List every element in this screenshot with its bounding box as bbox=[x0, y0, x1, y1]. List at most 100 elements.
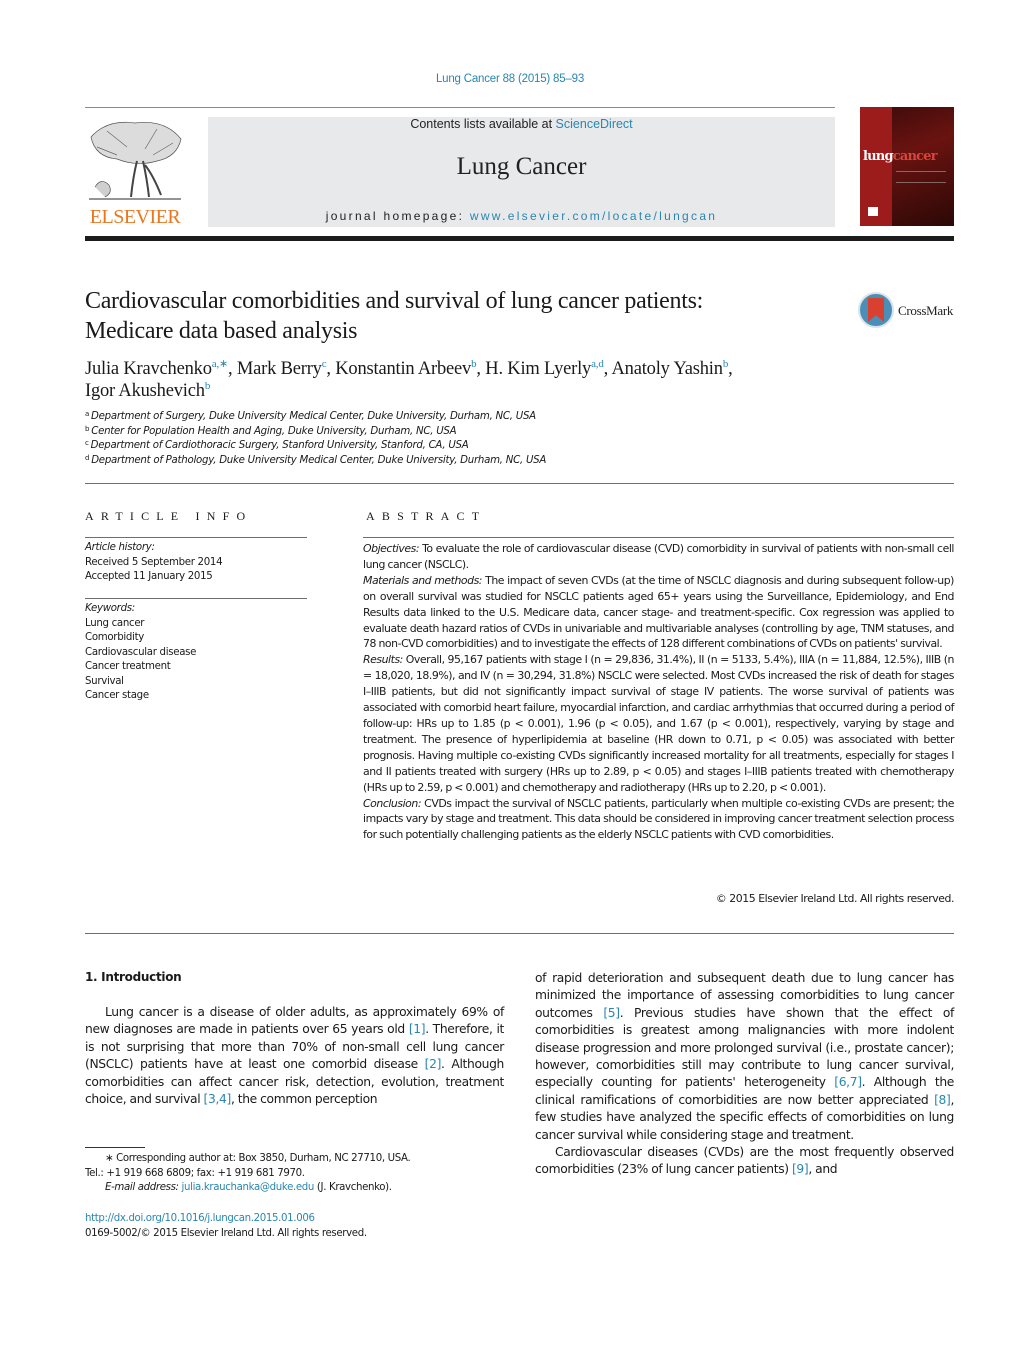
corresponding-author-note: ∗ Corresponding author at: Box 3850, Dur… bbox=[105, 1153, 411, 1164]
body-text: Cardiovascular diseases (CVDs) are the m… bbox=[535, 1145, 954, 1177]
abstract-end-divider bbox=[85, 933, 954, 934]
section-label: Objectives: bbox=[363, 542, 420, 555]
cover-wordmark: lungcancer bbox=[863, 149, 938, 164]
author-name[interactable]: Julia Kravchenko bbox=[85, 359, 212, 379]
elsevier-tree-icon bbox=[89, 121, 182, 200]
author-name[interactable]: Mark Berry bbox=[237, 359, 322, 379]
journal-title: Lung Cancer bbox=[456, 153, 587, 180]
affiliation: a Department of Surgery, Duke University … bbox=[85, 410, 685, 425]
email-label: E-mail address: bbox=[105, 1182, 179, 1194]
keyword: Cardiovascular disease bbox=[85, 646, 197, 658]
abstract-conclusion: Conclusion: CVDs impact the survival of … bbox=[363, 796, 954, 844]
body-text: , and bbox=[808, 1162, 838, 1177]
author-affiliation-marker[interactable]: b bbox=[205, 380, 211, 392]
crossmark-button[interactable]: CrossMark bbox=[858, 292, 958, 330]
affiliation-text: Center for Population Health and Aging, … bbox=[91, 425, 457, 437]
cover-word-cancer: cancer bbox=[892, 149, 938, 164]
affiliation-list: a Department of Surgery, Duke University … bbox=[85, 410, 685, 468]
email-line: E-mail address: julia.krauchanka@duke.ed… bbox=[85, 1181, 505, 1196]
cover-word-lung: lung bbox=[863, 149, 894, 164]
abstract-body: Objectives: To evaluate the role of card… bbox=[363, 541, 954, 843]
affiliation-key: a bbox=[85, 410, 90, 418]
author-name[interactable]: H. Kim Lyerly bbox=[485, 359, 591, 379]
keyword: Comorbidity bbox=[85, 632, 145, 643]
abstract-objectives: Objectives: To evaluate the role of card… bbox=[363, 541, 954, 573]
author[interactable]: Julia Kravchenkoa,∗, bbox=[85, 358, 237, 380]
author-separator: , bbox=[326, 359, 336, 379]
section-text: CVDs impact the survival of NSCLC patien… bbox=[363, 796, 954, 842]
author-affiliation-marker[interactable]: a,∗ bbox=[212, 358, 228, 370]
journal-masthead: Contents lists available at ScienceDirec… bbox=[208, 117, 835, 227]
elsevier-logo: ELSEVIER bbox=[85, 117, 185, 228]
telephone-fax: Tel.: +1 919 668 6809; fax: +1 919 681 7… bbox=[85, 1167, 305, 1179]
section-label: Conclusion: bbox=[363, 796, 422, 810]
email-suffix: (J. Kravchenko). bbox=[314, 1182, 392, 1194]
contents-prefix: Contents lists available at bbox=[410, 117, 556, 131]
section-label: Materials and methods: bbox=[363, 573, 483, 587]
author[interactable]: Mark Berryc, bbox=[237, 359, 336, 380]
homepage-prefix: journal homepage: bbox=[325, 209, 470, 223]
affiliation: d Department of Pathology, Duke Universit… bbox=[85, 454, 685, 469]
received-date: Received 5 September 2014 bbox=[85, 556, 223, 568]
crossmark-label: CrossMark bbox=[898, 303, 954, 318]
introduction-heading: 1. Introduction bbox=[85, 970, 182, 984]
author[interactable]: H. Kim Lyerlya,d, bbox=[485, 358, 612, 380]
keyword: Survival bbox=[85, 675, 124, 687]
author-separator: , bbox=[228, 359, 237, 379]
author-separator: , bbox=[603, 359, 612, 379]
cover-subtitle bbox=[896, 171, 946, 183]
title-line-1: Cardiovascular comorbidities and surviva… bbox=[85, 288, 704, 314]
author-list: Julia Kravchenkoa,∗, Mark Berryc, Konsta… bbox=[85, 358, 885, 402]
body-column-left: Lung cancer is a disease of older adults… bbox=[85, 1004, 504, 1108]
keywords-label: Keywords: bbox=[85, 603, 135, 614]
title-line-2: Medicare data based analysis bbox=[85, 318, 358, 344]
keywords-divider bbox=[85, 598, 307, 599]
homepage-line: journal homepage: www.elsevier.com/locat… bbox=[208, 209, 835, 223]
author[interactable]: Anatoly Yashinb, bbox=[612, 359, 733, 380]
body-column-right: of rapid deterioration and subsequent de… bbox=[535, 970, 954, 1179]
intro-paragraph-2: Cardiovascular diseases (CVDs) are the m… bbox=[535, 1144, 954, 1179]
citation-link[interactable]: Lung Cancer 88 (2015) 85–93 bbox=[436, 73, 584, 85]
citation-link[interactable]: [9] bbox=[792, 1162, 809, 1176]
keyword: Cancer treatment bbox=[85, 661, 171, 672]
citation-link[interactable]: [5] bbox=[603, 1006, 620, 1020]
author[interactable]: Konstantin Arbeevb, bbox=[335, 359, 485, 380]
journal-cover-image[interactable]: lungcancer bbox=[860, 107, 954, 226]
author[interactable]: Igor Akushevichb bbox=[85, 380, 211, 402]
affiliation-key: d bbox=[85, 453, 90, 462]
keyword: Lung cancer bbox=[85, 617, 145, 629]
article-info-divider bbox=[85, 537, 307, 538]
accepted-date: Accepted 11 January 2015 bbox=[85, 571, 213, 582]
section-text: To evaluate the role of cardiovascular d… bbox=[363, 542, 954, 571]
article-title: Cardiovascular comorbidities and surviva… bbox=[85, 286, 835, 346]
issn-copyright: 0169-5002/© 2015 Elsevier Ireland Ltd. A… bbox=[85, 1227, 367, 1239]
contents-line: Contents lists available at ScienceDirec… bbox=[208, 117, 835, 131]
author-separator: , bbox=[728, 359, 733, 379]
citation-link[interactable]: [3,4] bbox=[204, 1092, 232, 1106]
affiliation-text: Department of Cardiothoracic Surgery, St… bbox=[90, 440, 469, 451]
citation-link[interactable]: [2] bbox=[425, 1057, 442, 1071]
author-name[interactable]: Igor Akushevich bbox=[85, 381, 205, 401]
citation-link[interactable]: [8] bbox=[934, 1093, 951, 1107]
journal-citation[interactable]: Lung Cancer 88 (2015) 85–93 bbox=[0, 73, 1020, 85]
email-link[interactable]: julia.krauchanka@duke.edu bbox=[182, 1182, 315, 1193]
header-divider bbox=[85, 107, 835, 108]
cover-badge-icon bbox=[868, 207, 878, 216]
intro-paragraph-1-continued: of rapid deterioration and subsequent de… bbox=[535, 970, 954, 1144]
doi-link[interactable]: http://dx.doi.org/10.1016/j.lungcan.2015… bbox=[85, 1212, 505, 1227]
citation-link[interactable]: [6,7] bbox=[834, 1075, 862, 1089]
keyword: Cancer stage bbox=[85, 690, 149, 701]
header-thick-divider bbox=[85, 236, 954, 241]
author-affiliation-marker[interactable]: a,d bbox=[591, 358, 604, 370]
section-label: Results: bbox=[363, 653, 403, 667]
article-history: Article history: Received 5 September 20… bbox=[85, 541, 307, 585]
abstract-copyright: © 2015 Elsevier Ireland Ltd. All rights … bbox=[715, 892, 955, 905]
citation-link[interactable]: [1] bbox=[409, 1022, 426, 1036]
affiliations-divider bbox=[85, 483, 954, 484]
footnotes: ∗ Corresponding author at: Box 3850, Dur… bbox=[85, 1152, 505, 1196]
homepage-link[interactable]: www.elsevier.com/locate/lungcan bbox=[470, 209, 717, 223]
author-name[interactable]: Anatoly Yashin bbox=[612, 359, 724, 379]
author-name[interactable]: Konstantin Arbeev bbox=[335, 359, 471, 379]
abstract-heading: ABSTRACT bbox=[366, 509, 487, 523]
sciencedirect-link[interactable]: ScienceDirect bbox=[556, 117, 633, 131]
